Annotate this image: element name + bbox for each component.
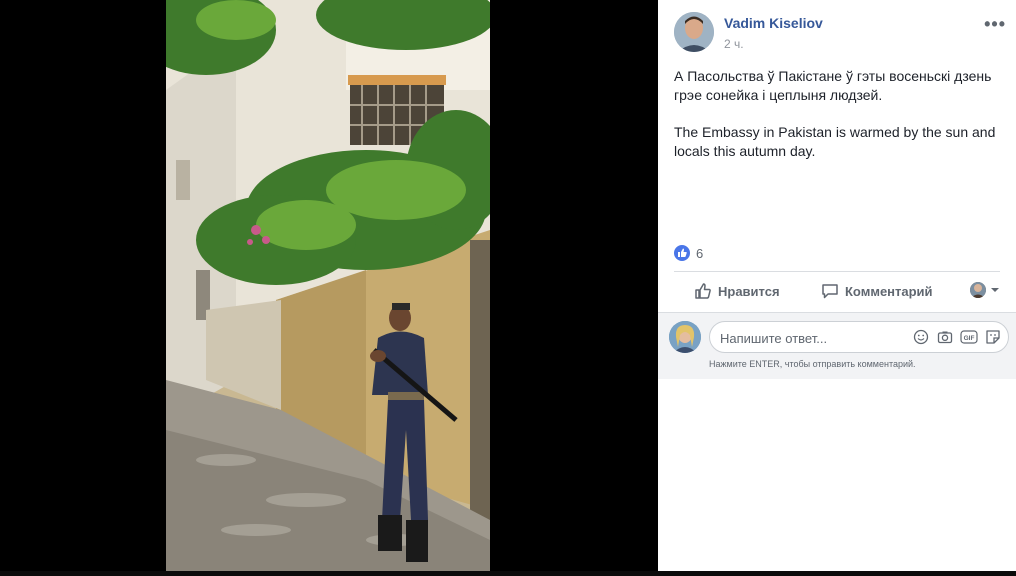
reaction-as-selector[interactable] (970, 282, 1000, 298)
post-body: А Пасольства ў Пакістане ў гэты восеньск… (674, 67, 1006, 179)
reaction-count: 6 (696, 245, 704, 261)
camera-icon[interactable] (936, 328, 954, 346)
current-user-avatar[interactable] (669, 321, 701, 353)
comment-button[interactable]: Комментарий (821, 282, 933, 300)
reaction-summary[interactable]: 6 (674, 244, 703, 262)
like-button[interactable]: Нравится (694, 282, 780, 300)
caret-down-icon (991, 288, 999, 292)
thumbs-up-icon (695, 283, 711, 299)
comment-label: Комментарий (845, 283, 933, 299)
emoji-icon[interactable] (912, 328, 930, 346)
composer-icons: GIF (912, 328, 1002, 346)
speech-bubble-icon (822, 284, 838, 299)
svg-text:GIF: GIF (964, 335, 975, 342)
post-text-english: The Embassy in Pakistan is warmed by the… (674, 124, 996, 159)
post-actions: Нравится Комментарий (674, 278, 1000, 306)
author-name[interactable]: Vadim Kiseliov (724, 15, 823, 31)
viewer-bottom-bar (0, 571, 1016, 576)
divider (674, 271, 1000, 272)
enter-hint: Нажмите ENTER, чтобы отправить комментар… (709, 359, 916, 369)
sticker-icon[interactable] (984, 328, 1002, 346)
post-timestamp[interactable]: 2 ч. (724, 37, 744, 51)
photo-viewer (0, 0, 658, 576)
gif-icon[interactable]: GIF (960, 328, 978, 346)
user-avatar-small (970, 282, 986, 298)
thumbs-up-reaction-icon (674, 245, 690, 261)
post-photo[interactable] (166, 0, 490, 571)
post-header: Vadim Kiseliov 2 ч. ••• (674, 12, 1006, 52)
like-label: Нравится (718, 283, 780, 299)
reply-box[interactable]: GIF (709, 321, 1009, 353)
post-side-panel: Vadim Kiseliov 2 ч. ••• А Пасольства ў П… (658, 0, 1016, 571)
reply-input[interactable] (718, 328, 902, 348)
more-options-icon[interactable]: ••• (984, 14, 1006, 35)
author-avatar[interactable] (674, 12, 714, 52)
post-text-belarusian: А Пасольства ў Пакістане ў гэты восеньск… (674, 68, 992, 103)
comment-composer: GIF Нажмите ENTER, чтобы отправить комме… (658, 313, 1016, 379)
